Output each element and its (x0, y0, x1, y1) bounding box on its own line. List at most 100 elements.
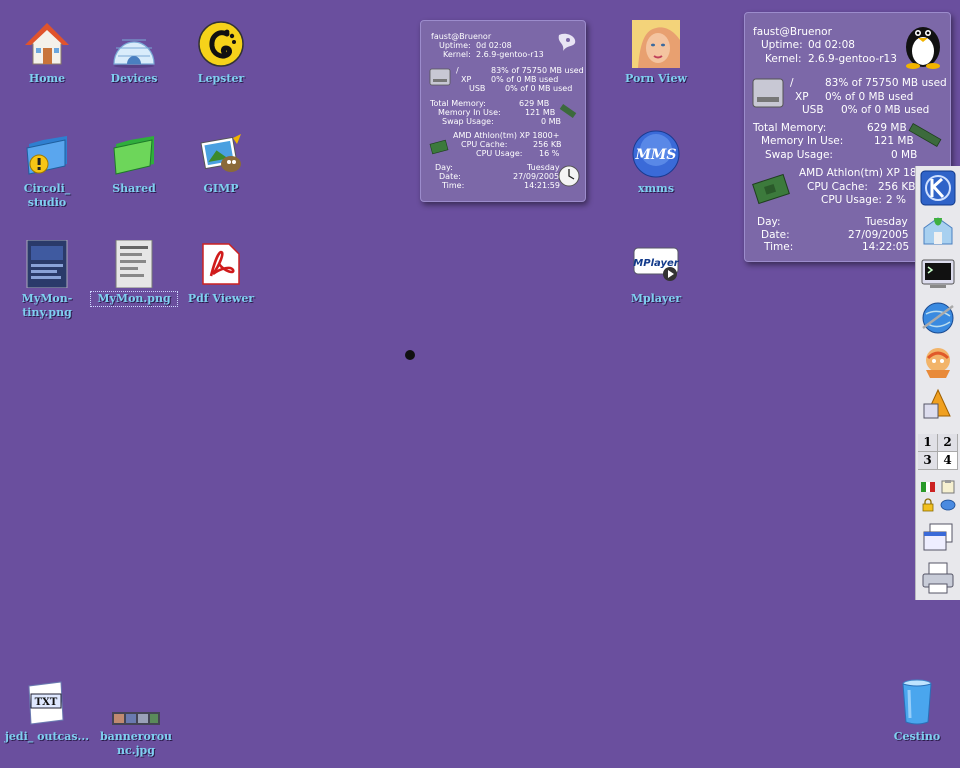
icon-label: bannerorou nc.jpg (99, 730, 173, 757)
disk-root-value: 83% of 75750 MB used (491, 66, 584, 75)
desktop-icon-mplayer[interactable]: MPlayer Mplayer (613, 240, 699, 306)
desktop-icon-mymon-tiny[interactable]: MyMon- tiny.png (4, 240, 90, 320)
network-icon[interactable] (940, 498, 956, 512)
terminal-icon[interactable] (920, 256, 956, 292)
home-folder-icon[interactable] (920, 214, 956, 250)
system-monitor-small[interactable]: faust@Bruenor Uptime: 0d 02:08 Kernel: 2… (420, 20, 586, 202)
time-value: 14:21:59 (524, 181, 560, 190)
icon-label: Devices (110, 72, 158, 85)
pager-desktop-2[interactable]: 2 (938, 434, 958, 452)
total-memory-label: Total Memory: (430, 99, 486, 108)
icon-label: Circoli_ studio (23, 182, 71, 209)
cpu-chip-icon (752, 173, 790, 205)
day-value: Tuesday (865, 216, 908, 228)
home-icon (25, 23, 69, 65)
disk-usb-label: USB (802, 104, 824, 116)
uptime-value: 0d 02:08 (476, 41, 512, 50)
gimp-icon (200, 134, 241, 172)
icon-label: Cestino (893, 730, 941, 743)
desktop-icon-xmms[interactable]: MMS xmms (613, 130, 699, 196)
cpu-usage-label: CPU Usage: (821, 194, 882, 206)
swap-usage-label: Swap Usage: (765, 149, 833, 161)
mouse-pointer (405, 350, 415, 360)
pager-desktop-3[interactable]: 3 (918, 452, 938, 470)
image-thumbnail-icon (26, 240, 68, 288)
window-list-icon[interactable] (920, 520, 956, 556)
desktop-icon-gimp[interactable]: GIMP (178, 130, 264, 196)
kernel-label: Kernel: (765, 53, 802, 65)
icon-label: MyMon- tiny.png (21, 292, 73, 319)
time-value: 14:22:05 (862, 241, 910, 253)
xmms-icon: MMS (632, 130, 680, 178)
printer-icon[interactable] (920, 560, 956, 596)
desktop-icon-home[interactable]: Home (4, 20, 90, 86)
image-thumbnail-icon (112, 712, 160, 725)
pager-desktop-1[interactable]: 1 (918, 434, 938, 452)
igloo-devices-icon (113, 39, 155, 68)
cpu-cache-value: 256 KB (878, 181, 916, 193)
pdf-icon (202, 243, 240, 285)
cpu-name: AMD Athlon(tm) XP 1800+ (453, 131, 560, 140)
desktop-icon-lepster[interactable]: Lepster (178, 20, 264, 86)
klipper-icon[interactable] (940, 480, 956, 494)
cpu-cache-label: CPU Cache: (807, 181, 868, 193)
memory-stick-icon (908, 122, 942, 148)
memory-in-use-value: 121 MB (525, 108, 556, 117)
desktop-icon-pdf-viewer[interactable]: Pdf Viewer (178, 240, 264, 306)
date-label: Date: (439, 172, 461, 181)
hard-disk-icon (429, 68, 451, 86)
lock-icon[interactable] (920, 498, 936, 512)
svg-text:MPlayer: MPlayer (633, 258, 679, 269)
cpu-usage-value: 16 % (539, 149, 560, 158)
desktop-icon-devices[interactable]: Devices (91, 20, 177, 86)
cpu-cache-value: 256 KB (533, 140, 562, 149)
flag-icon[interactable] (920, 480, 936, 494)
total-memory-value: 629 MB (867, 122, 907, 134)
desktop-icon-circoli[interactable]: Circoli_ studio (4, 130, 90, 210)
desktop-icon-porn-view[interactable]: Porn View (613, 20, 699, 86)
memory-in-use-label: Memory In Use: (761, 135, 844, 147)
cpu-usage-label: CPU Usage: (476, 149, 523, 158)
photo-viewer-icon (632, 20, 680, 68)
icon-label: Home (28, 72, 66, 85)
desktop-icon-jedi-txt[interactable]: TXT jedi_ outcas... (4, 678, 90, 744)
user-host: faust@Bruenor (753, 26, 832, 38)
disk-xp-label: XP (795, 91, 809, 103)
desktop-icon-banner-jpg[interactable]: bannerorou nc.jpg (93, 678, 179, 758)
icon-label: Porn View (625, 72, 687, 85)
gentoo-logo-icon (558, 33, 576, 51)
kde-kicker-panel[interactable]: 1 2 3 4 (915, 166, 960, 600)
day-label: Day: (757, 216, 781, 228)
disk-root-value: 83% of 75750 MB used (825, 77, 947, 89)
desktop-pager[interactable]: 1 2 3 4 (918, 434, 958, 470)
pager-desktop-4[interactable]: 4 (938, 452, 958, 470)
icon-label: Lepster (197, 72, 245, 85)
kernel-label: Kernel: (443, 50, 471, 59)
day-label: Day: (435, 163, 453, 172)
kde-menu-icon[interactable] (920, 170, 956, 206)
user-host: faust@Bruenor (431, 32, 492, 41)
system-tray[interactable] (918, 478, 958, 514)
text-file-icon: TXT (28, 681, 64, 725)
tux-penguin-icon (906, 27, 940, 69)
svg-text:TXT: TXT (35, 697, 58, 708)
icon-label: Pdf Viewer (187, 292, 255, 305)
cpu-chip-icon (429, 139, 449, 155)
swap-usage-label: Swap Usage: (442, 117, 494, 126)
total-memory-label: Total Memory: (753, 122, 827, 134)
clock-icon (558, 165, 580, 187)
disk-root-label: / (456, 66, 459, 75)
icon-label: Mplayer (630, 292, 682, 305)
mail-icon[interactable] (920, 344, 956, 380)
desktop-icon-trash[interactable]: Cestino (874, 678, 960, 744)
desktop-icon-mymon[interactable]: MyMon.png (90, 240, 178, 307)
hard-disk-icon (752, 78, 784, 108)
kernel-value: 2.6.9-gentoo-r13 (808, 53, 897, 65)
desktop-icon-shared[interactable]: Shared (91, 130, 177, 196)
uptime-value: 0d 02:08 (808, 39, 855, 51)
office-icon[interactable] (920, 386, 956, 422)
folder-warning-icon (26, 136, 67, 175)
cpu-usage-value: 2 % (886, 194, 906, 206)
icon-label: jedi_ outcas... (4, 730, 90, 743)
browser-icon[interactable] (920, 300, 956, 336)
